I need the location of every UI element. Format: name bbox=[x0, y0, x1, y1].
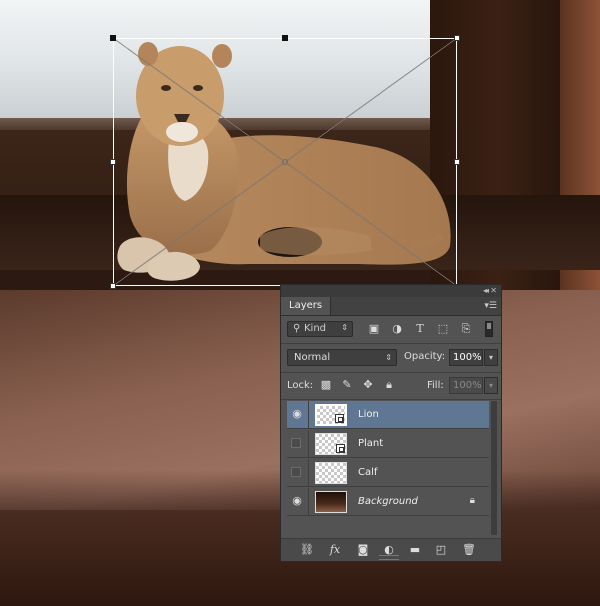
layer-name[interactable]: Background bbox=[358, 496, 418, 507]
panel-tab-row: Layers ▾☰ bbox=[281, 297, 501, 316]
lock-position-icon[interactable]: ✥ bbox=[362, 379, 374, 391]
handle-middle-left[interactable] bbox=[110, 159, 116, 165]
opacity-dropdown-button[interactable]: ▾ bbox=[484, 349, 498, 366]
divider bbox=[281, 399, 501, 400]
transform-bounding-box[interactable] bbox=[113, 38, 457, 286]
tab-layers[interactable]: Layers bbox=[281, 297, 332, 315]
search-icon: ⚲ bbox=[293, 323, 301, 334]
eye-icon[interactable]: ◉ bbox=[290, 407, 304, 421]
lock-all-icon[interactable]: 🔒︎ bbox=[383, 379, 395, 391]
visibility-toggle-off[interactable] bbox=[291, 467, 301, 477]
handle-top-right[interactable] bbox=[454, 35, 460, 41]
layer-thumbnail bbox=[315, 404, 347, 426]
handle-bottom-left[interactable] bbox=[110, 283, 116, 289]
panel-bottom-bar: ⛓ fx ◙ ◐ ▬ ◰ 🗑︎ bbox=[281, 538, 501, 561]
layer-thumbnail bbox=[315, 491, 347, 513]
shape-filter-icon[interactable]: ⬚ bbox=[436, 322, 450, 336]
panel-menu-icon[interactable]: ▾☰ bbox=[484, 301, 497, 311]
fill-input[interactable]: 100% bbox=[449, 377, 483, 394]
lock-row: Lock: ▩ ✎ ✥ 🔒︎ Fill: 100% ▾ bbox=[287, 377, 498, 395]
smart-object-filter-icon[interactable]: ⎘ bbox=[459, 322, 473, 336]
double-chevron-icon[interactable]: ◂◂ bbox=[483, 285, 489, 297]
opacity-label: Opacity: bbox=[404, 351, 446, 362]
new-group-icon[interactable]: ▬ bbox=[407, 543, 423, 557]
layer-row-lion[interactable]: ◉ Lion bbox=[287, 401, 489, 429]
add-mask-icon[interactable]: ◙ bbox=[355, 543, 371, 557]
kind-label: Kind bbox=[304, 323, 327, 334]
pixel-filter-icon[interactable]: ▣ bbox=[367, 322, 381, 336]
adjustment-filter-icon[interactable]: ◑ bbox=[390, 322, 404, 336]
fill-label: Fill: bbox=[427, 380, 444, 391]
resize-grip[interactable] bbox=[379, 555, 399, 560]
layer-name[interactable]: Lion bbox=[358, 409, 379, 420]
opacity-input[interactable]: 100% bbox=[449, 349, 483, 366]
layers-list: ◉ Lion Plant Calf ◉ Background � bbox=[287, 401, 489, 535]
layer-name[interactable]: Calf bbox=[358, 467, 377, 478]
blend-row: Normal ⇕ Opacity: 100% ▾ bbox=[287, 349, 498, 367]
layer-row-plant[interactable]: Plant bbox=[287, 430, 489, 458]
select-arrows-icon: ⇕ bbox=[341, 323, 348, 332]
divider bbox=[308, 401, 309, 429]
lock-transparent-icon[interactable]: ▩ bbox=[320, 379, 332, 391]
smart-object-icon bbox=[336, 444, 345, 453]
layers-panel: ◂◂ ✕ Layers ▾☰ ⚲ Kind ⇕ ▣ ◑ T ⬚ ⎘ Normal… bbox=[280, 284, 502, 562]
link-layers-icon[interactable]: ⛓ bbox=[299, 543, 315, 557]
kind-filter-select[interactable]: ⚲ Kind ⇕ bbox=[287, 321, 353, 337]
layer-thumbnail bbox=[315, 462, 347, 484]
blend-mode-value: Normal bbox=[294, 352, 331, 363]
eye-icon[interactable]: ◉ bbox=[290, 494, 304, 508]
close-icon[interactable]: ✕ bbox=[490, 285, 497, 297]
layer-row-background[interactable]: ◉ Background 🔒︎ bbox=[287, 488, 489, 516]
smart-object-icon bbox=[335, 414, 344, 423]
blend-mode-select[interactable]: Normal ⇕ bbox=[287, 349, 397, 366]
trash-icon[interactable]: 🗑︎ bbox=[461, 543, 477, 557]
handle-middle-right[interactable] bbox=[454, 159, 460, 165]
fill-dropdown-button[interactable]: ▾ bbox=[484, 377, 498, 394]
handle-top-center[interactable] bbox=[282, 35, 288, 41]
type-filter-icon[interactable]: T bbox=[413, 322, 427, 336]
divider bbox=[308, 430, 309, 458]
divider bbox=[308, 459, 309, 487]
fx-icon[interactable]: fx bbox=[327, 543, 343, 557]
handle-top-left[interactable] bbox=[110, 35, 116, 41]
lock-icon: 🔒︎ bbox=[469, 495, 475, 506]
lock-image-icon[interactable]: ✎ bbox=[341, 379, 353, 391]
layer-filter-row: ⚲ Kind ⇕ ▣ ◑ T ⬚ ⎘ bbox=[287, 321, 495, 339]
select-arrows-icon: ⇕ bbox=[385, 353, 392, 362]
divider bbox=[281, 372, 501, 373]
layers-scrollbar[interactable] bbox=[491, 401, 497, 535]
lock-label: Lock: bbox=[287, 380, 314, 391]
new-layer-icon[interactable]: ◰ bbox=[433, 543, 449, 557]
layer-name[interactable]: Plant bbox=[358, 438, 383, 449]
filter-toggle[interactable] bbox=[485, 321, 493, 337]
layer-thumbnail bbox=[315, 433, 347, 455]
divider bbox=[308, 488, 309, 516]
divider bbox=[281, 343, 501, 344]
visibility-toggle-off[interactable] bbox=[291, 438, 301, 448]
layer-row-calf[interactable]: Calf bbox=[287, 459, 489, 487]
